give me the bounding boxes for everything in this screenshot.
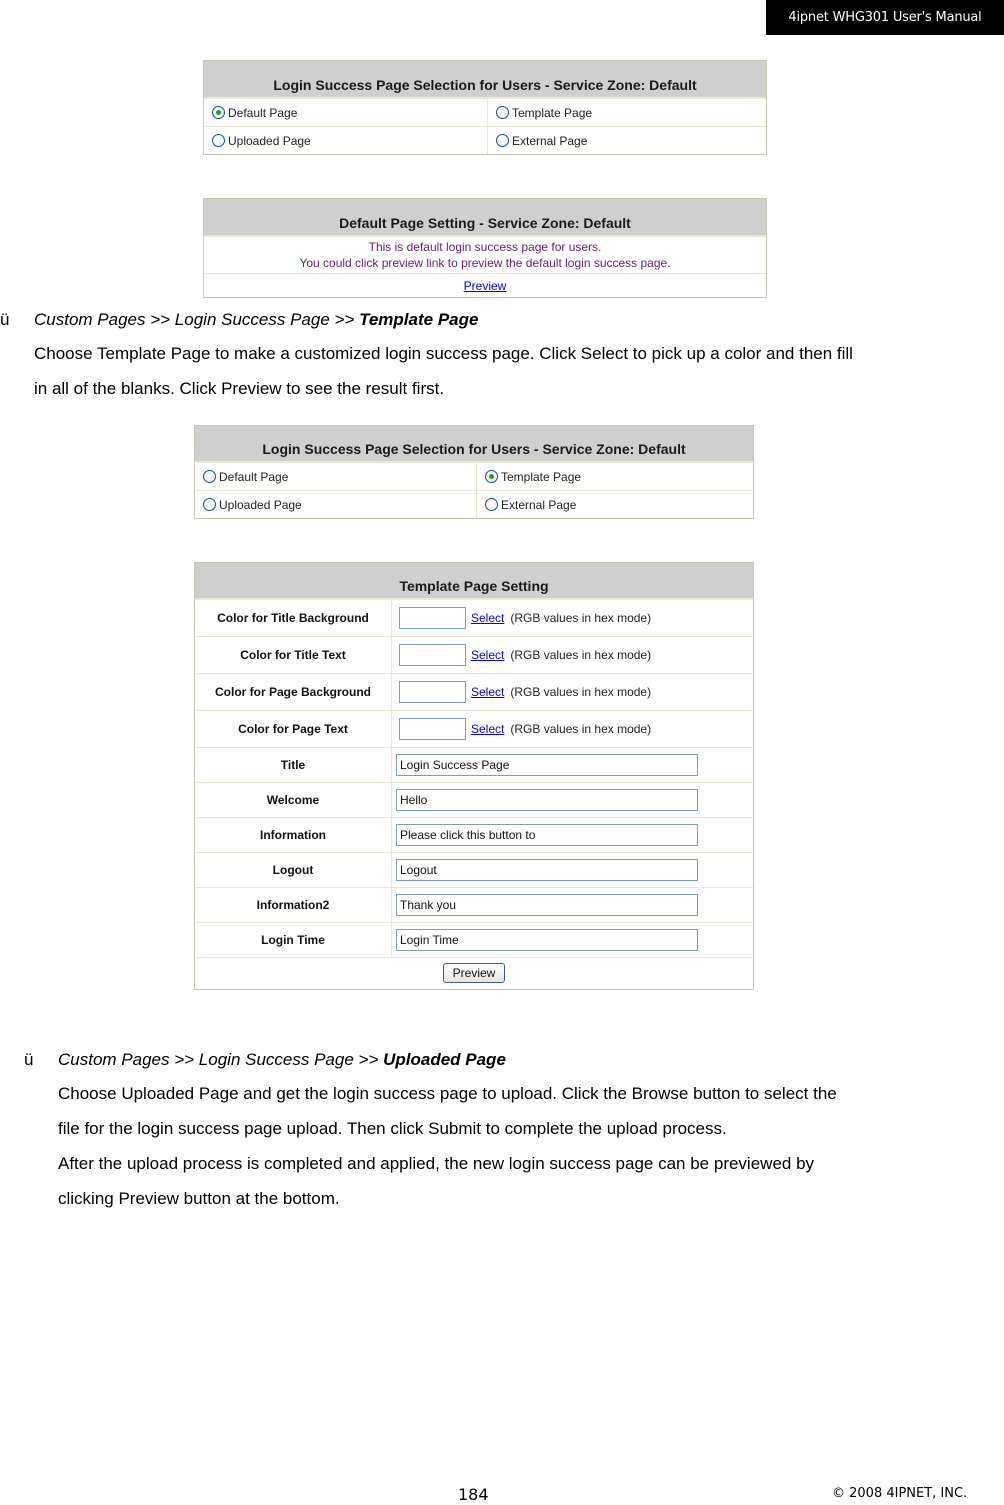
information-input[interactable] bbox=[396, 824, 698, 846]
field-label: Information bbox=[260, 828, 326, 842]
paragraph-line: Choose Template Page to make a customize… bbox=[34, 344, 853, 363]
field-label: Color for Page Text bbox=[238, 722, 348, 736]
option-label: External Page bbox=[501, 497, 577, 512]
color-row-title-background: Color for Title Background Select (RGB v… bbox=[195, 599, 753, 636]
breadcrumb: Custom Pages >> Login Success Page >> Up… bbox=[58, 1050, 998, 1070]
description-line-2: You could click preview link to preview … bbox=[299, 256, 671, 270]
text-row-login-time: Login Time bbox=[195, 922, 753, 957]
radio-checked-icon[interactable] bbox=[212, 106, 225, 119]
radio-icon[interactable] bbox=[496, 134, 509, 147]
section-uploaded-text: Custom Pages >> Login Success Page >> Up… bbox=[58, 1050, 998, 1216]
copyright: © 2008 4IPNET, INC. bbox=[832, 1486, 968, 1501]
hint-text: (RGB values in hex mode) bbox=[510, 611, 652, 625]
template-page-setting-panel: Template Page Setting Color for Title Ba… bbox=[194, 562, 754, 990]
option-label: Default Page bbox=[228, 105, 298, 120]
welcome-input[interactable] bbox=[396, 789, 698, 811]
select-color-link[interactable]: Select bbox=[471, 648, 504, 662]
logout-input[interactable] bbox=[396, 859, 698, 881]
panel-title: Template Page Setting bbox=[195, 563, 753, 599]
option-label: Default Page bbox=[219, 469, 289, 484]
option-default-page[interactable]: Default Page bbox=[195, 463, 476, 490]
field-label: Title bbox=[280, 758, 306, 772]
paragraph-line: clicking Preview button at the bottom. bbox=[58, 1189, 340, 1208]
color-input[interactable] bbox=[399, 644, 466, 666]
login-time-input[interactable] bbox=[396, 929, 698, 951]
option-label: Uploaded Page bbox=[219, 497, 302, 512]
color-input[interactable] bbox=[399, 681, 466, 703]
field-label: Welcome bbox=[266, 793, 320, 807]
page-number: 184 bbox=[458, 1485, 489, 1504]
paragraph-line: Choose Uploaded Page and get the login s… bbox=[58, 1084, 837, 1103]
option-label: Template Page bbox=[512, 105, 593, 120]
hint-text: (RGB values in hex mode) bbox=[510, 685, 652, 699]
text-row-logout: Logout bbox=[195, 852, 753, 887]
color-row-title-text: Color for Title Text Select (RGB values … bbox=[195, 636, 753, 673]
login-success-selection-panel-2: Login Success Page Selection for Users -… bbox=[194, 425, 754, 519]
radio-icon[interactable] bbox=[203, 470, 216, 483]
paragraph-line: After the upload process is completed an… bbox=[58, 1154, 815, 1173]
bullet-icon: ü bbox=[0, 310, 10, 329]
hint-text: (RGB values in hex mode) bbox=[510, 722, 652, 736]
title-input[interactable] bbox=[396, 754, 698, 776]
field-label: Color for Title Text bbox=[240, 648, 346, 662]
select-color-link[interactable]: Select bbox=[471, 611, 504, 625]
text-row-information2: Information2 bbox=[195, 887, 753, 922]
color-row-page-text: Color for Page Text Select (RGB values i… bbox=[195, 710, 753, 747]
breadcrumb-path: Custom Pages >> Login Success Page >> bbox=[34, 310, 360, 329]
preview-link[interactable]: Preview bbox=[464, 279, 507, 293]
option-template-page[interactable]: Template Page bbox=[487, 99, 766, 126]
breadcrumb: Custom Pages >> Login Success Page >> Te… bbox=[34, 310, 994, 330]
option-default-page[interactable]: Default Page bbox=[204, 99, 487, 126]
option-template-page[interactable]: Template Page bbox=[476, 463, 753, 490]
paragraph-line: in all of the blanks. Click Preview to s… bbox=[34, 379, 445, 398]
option-label: External Page bbox=[512, 133, 588, 148]
text-row-welcome: Welcome bbox=[195, 782, 753, 817]
paragraph-line: file for the login success page upload. … bbox=[58, 1119, 727, 1138]
field-label: Color for Page Background bbox=[214, 685, 372, 699]
hint-text: (RGB values in hex mode) bbox=[510, 648, 652, 662]
login-success-selection-panel-1: Login Success Page Selection for Users -… bbox=[203, 60, 767, 155]
radio-icon[interactable] bbox=[212, 134, 225, 147]
select-color-link[interactable]: Select bbox=[471, 722, 504, 736]
text-row-information: Information bbox=[195, 817, 753, 852]
color-input[interactable] bbox=[399, 718, 466, 740]
section-template-text: Custom Pages >> Login Success Page >> Te… bbox=[34, 310, 994, 406]
option-label: Uploaded Page bbox=[228, 133, 311, 148]
panel-title: Login Success Page Selection for Users -… bbox=[204, 61, 766, 98]
preview-button[interactable]: Preview bbox=[442, 962, 506, 983]
select-color-link[interactable]: Select bbox=[471, 685, 504, 699]
panel-title: Default Page Setting - Service Zone: Def… bbox=[204, 199, 766, 236]
radio-icon[interactable] bbox=[496, 106, 509, 119]
breadcrumb-current: Template Page bbox=[359, 310, 479, 329]
field-label: Login Time bbox=[261, 933, 325, 947]
radio-checked-icon[interactable] bbox=[485, 470, 498, 483]
panel-title: Login Success Page Selection for Users -… bbox=[195, 426, 753, 462]
color-input[interactable] bbox=[399, 607, 466, 629]
option-external-page[interactable]: External Page bbox=[487, 127, 766, 154]
bullet-icon: ü bbox=[24, 1050, 34, 1069]
radio-icon[interactable] bbox=[203, 498, 216, 511]
information2-input[interactable] bbox=[396, 894, 698, 916]
breadcrumb-path: Custom Pages >> Login Success Page >> bbox=[58, 1050, 384, 1069]
option-external-page[interactable]: External Page bbox=[476, 491, 753, 518]
breadcrumb-current: Uploaded Page bbox=[383, 1050, 506, 1069]
default-page-setting-panel: Default Page Setting - Service Zone: Def… bbox=[203, 198, 767, 298]
field-label: Color for Title Background bbox=[217, 611, 369, 625]
radio-icon[interactable] bbox=[485, 498, 498, 511]
description-line-1: This is default login success page for u… bbox=[368, 240, 602, 254]
color-row-page-background: Color for Page Background Select (RGB va… bbox=[195, 673, 753, 710]
manual-title-badge: 4ipnet WHG301 User's Manual bbox=[766, 0, 1004, 35]
option-uploaded-page[interactable]: Uploaded Page bbox=[195, 491, 476, 518]
option-uploaded-page[interactable]: Uploaded Page bbox=[204, 127, 487, 154]
field-label: Information2 bbox=[256, 898, 330, 912]
text-row-title: Title bbox=[195, 747, 753, 782]
option-label: Template Page bbox=[501, 469, 582, 484]
field-label: Logout bbox=[272, 863, 314, 877]
